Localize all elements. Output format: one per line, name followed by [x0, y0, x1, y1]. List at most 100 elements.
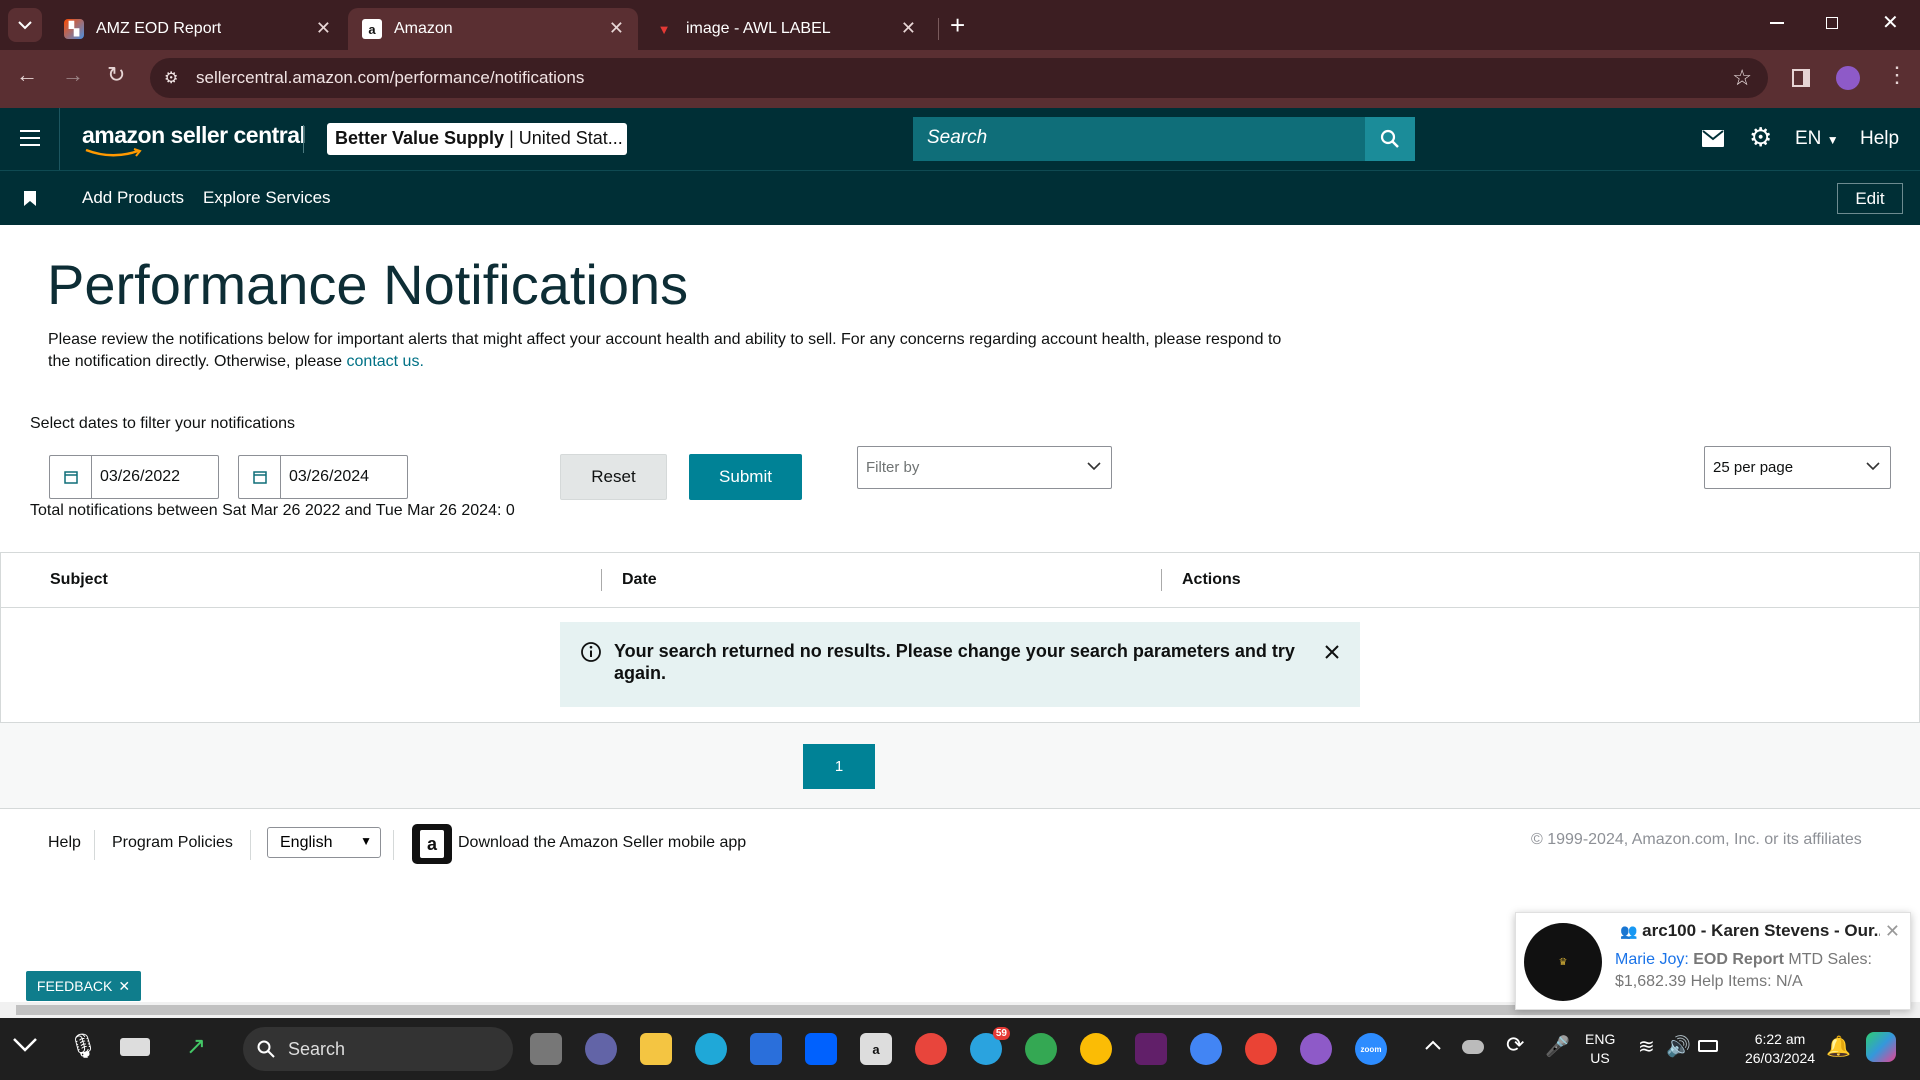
- forward-arrow-icon[interactable]: →: [62, 62, 84, 88]
- back-arrow-icon[interactable]: ←: [16, 62, 38, 88]
- submit-button[interactable]: Submit: [689, 454, 802, 500]
- chrome-icon[interactable]: [1025, 1033, 1057, 1065]
- tab-amz-eod-report[interactable]: ▚ AMZ EOD Report ✕: [50, 8, 345, 50]
- reset-button[interactable]: Reset: [560, 454, 667, 500]
- total-notifications-text: Total notifications between Sat Mar 26 2…: [30, 502, 515, 519]
- footer-language-select[interactable]: English ▼: [267, 827, 381, 858]
- bookmark-star-icon[interactable]: ☆: [1732, 65, 1752, 91]
- subnav-add-products[interactable]: Add Products: [82, 188, 184, 208]
- reload-icon[interactable]: ↻: [107, 62, 125, 88]
- minimize-icon[interactable]: [1770, 22, 1784, 24]
- language-selector[interactable]: EN ▼: [1795, 128, 1839, 150]
- copyright-text: © 1999-2024, Amazon.com, Inc. or its aff…: [1531, 831, 1862, 848]
- seller-central-subnav: Add Products Explore Services Edit: [0, 170, 1920, 225]
- close-icon[interactable]: ✕: [1885, 921, 1900, 942]
- help-link[interactable]: Help: [1860, 128, 1899, 150]
- hamburger-menu-icon[interactable]: [20, 130, 40, 146]
- download-app-link[interactable]: Download the Amazon Seller mobile app: [458, 834, 746, 852]
- chrome-icon[interactable]: [915, 1033, 947, 1065]
- search-button[interactable]: [1365, 117, 1415, 161]
- video-camera-icon[interactable]: [120, 1038, 150, 1056]
- tab-awl-label[interactable]: ▼ image - AWL LABEL ✕: [640, 8, 930, 50]
- dropbox-icon[interactable]: [805, 1033, 837, 1065]
- taskbar-search[interactable]: Search: [243, 1027, 513, 1071]
- calendar-icon[interactable]: [50, 456, 92, 498]
- profile-avatar[interactable]: [1836, 66, 1860, 90]
- close-icon[interactable]: ✕: [118, 978, 130, 995]
- column-header-subject[interactable]: Subject: [50, 571, 108, 589]
- onedrive-icon[interactable]: [1462, 1040, 1484, 1054]
- zoom-icon[interactable]: zoom: [1355, 1033, 1387, 1065]
- sync-icon[interactable]: ⟳: [1506, 1032, 1524, 1058]
- edit-button[interactable]: Edit: [1837, 183, 1903, 214]
- feedback-button[interactable]: FEEDBACK ✕: [26, 971, 141, 1001]
- amazon-app-icon[interactable]: a: [860, 1033, 892, 1065]
- footer-help-link[interactable]: Help: [48, 834, 81, 852]
- start-date-field[interactable]: 03/26/2022: [49, 455, 219, 499]
- telegram-icon[interactable]: 59: [970, 1027, 1010, 1065]
- restore-icon[interactable]: [1826, 17, 1838, 29]
- close-icon[interactable]: [1324, 644, 1340, 660]
- no-results-alert: Your search returned no results. Please …: [560, 622, 1360, 707]
- feedback-label: FEEDBACK: [36, 978, 113, 994]
- mic-muted-icon[interactable]: 🎙: [68, 1032, 98, 1061]
- notification-bell-icon[interactable]: 🔔: [1826, 1034, 1851, 1059]
- copilot-icon[interactable]: [1866, 1032, 1896, 1062]
- tab-amazon[interactable]: a Amazon ✕: [348, 8, 638, 50]
- share-screen-icon[interactable]: ↗: [186, 1032, 206, 1061]
- close-tab-icon[interactable]: ✕: [609, 18, 624, 39]
- header-search-input[interactable]: Search: [913, 117, 1365, 161]
- battery-icon[interactable]: [1698, 1040, 1718, 1052]
- chevron-up-icon[interactable]: [1424, 1038, 1442, 1056]
- task-view-icon[interactable]: [530, 1033, 562, 1065]
- header-divider: [303, 125, 304, 153]
- filter-by-dropdown[interactable]: Filter by: [857, 446, 1112, 489]
- store-selector[interactable]: Better Value Supply | United Stat...: [327, 123, 627, 155]
- close-tab-icon[interactable]: ✕: [901, 18, 916, 39]
- teams-chat-icon[interactable]: [585, 1033, 617, 1065]
- chrome-icon[interactable]: [1300, 1033, 1332, 1065]
- subnav-explore-services[interactable]: Explore Services: [203, 188, 331, 208]
- bookmark-icon[interactable]: [24, 191, 36, 206]
- amazon-seller-app-icon[interactable]: a: [412, 824, 452, 864]
- volume-icon[interactable]: 🔊: [1666, 1034, 1691, 1059]
- slack-icon[interactable]: [1135, 1033, 1167, 1065]
- wifi-icon[interactable]: ≋: [1638, 1034, 1655, 1059]
- close-window-icon[interactable]: ✕: [1882, 10, 1899, 35]
- page-title: Performance Notifications: [47, 253, 689, 316]
- language-value: English: [280, 834, 333, 851]
- file-explorer-icon[interactable]: [640, 1033, 672, 1065]
- mail-icon[interactable]: [1702, 130, 1724, 147]
- chrome-icon[interactable]: [1080, 1033, 1112, 1065]
- tab-divider: [938, 18, 939, 40]
- column-header-actions[interactable]: Actions: [1182, 571, 1241, 589]
- amazon-seller-central-logo[interactable]: amazon seller central: [82, 122, 306, 157]
- caret-down-icon: ▼: [1826, 133, 1839, 147]
- footer-program-policies-link[interactable]: Program Policies: [112, 834, 233, 852]
- close-tab-icon[interactable]: ✕: [316, 18, 331, 39]
- clock[interactable]: 6:22 am 26/03/2024: [1730, 1030, 1830, 1068]
- browser-menu-icon[interactable]: ⋮: [1886, 62, 1908, 88]
- column-divider: [601, 569, 602, 591]
- edge-browser-icon[interactable]: [695, 1033, 727, 1065]
- chevron-down-icon[interactable]: [12, 1036, 38, 1059]
- microsoft-store-icon[interactable]: [750, 1033, 782, 1065]
- end-date-field[interactable]: 03/26/2024: [238, 455, 408, 499]
- chrome-icon[interactable]: [1190, 1033, 1222, 1065]
- calendar-icon[interactable]: [239, 456, 281, 498]
- page-button-current[interactable]: 1: [803, 744, 875, 789]
- settings-gear-icon[interactable]: ⚙: [1749, 122, 1772, 153]
- new-tab-icon[interactable]: +: [950, 10, 965, 41]
- column-header-date[interactable]: Date: [622, 571, 657, 589]
- site-info-icon[interactable]: ⚙: [164, 68, 178, 88]
- chrome-icon[interactable]: [1245, 1033, 1277, 1065]
- address-bar[interactable]: ⚙ sellercentral.amazon.com/performance/n…: [150, 58, 1768, 98]
- input-language[interactable]: ENG US: [1585, 1030, 1615, 1068]
- column-divider: [1161, 569, 1162, 591]
- contact-us-link[interactable]: contact us.: [347, 353, 424, 370]
- tab-search-button[interactable]: [8, 8, 42, 42]
- side-panel-icon[interactable]: [1792, 69, 1810, 87]
- chat-notification-toast[interactable]: ♛ 👥 arc100 - Karen Stevens - Our... Mari…: [1515, 912, 1911, 1010]
- microphone-icon[interactable]: 🎤: [1545, 1034, 1570, 1059]
- per-page-dropdown[interactable]: 25 per page: [1704, 446, 1891, 489]
